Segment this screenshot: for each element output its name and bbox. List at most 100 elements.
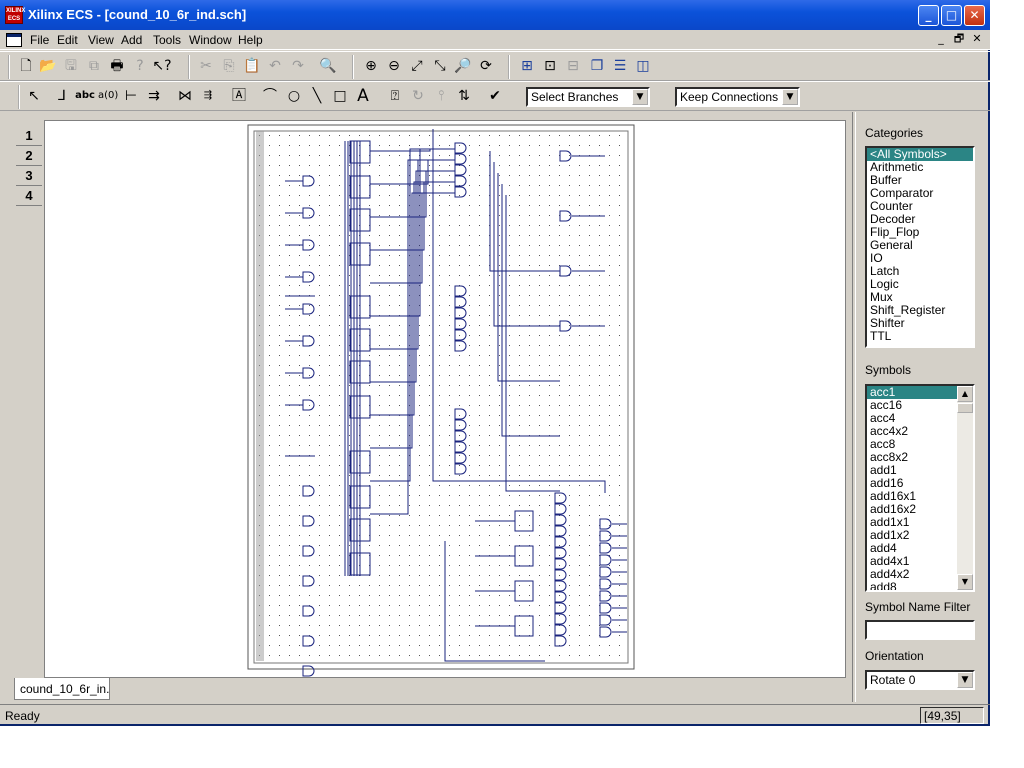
- help-icon[interactable]: ?: [130, 56, 150, 76]
- category-item[interactable]: TTL: [867, 330, 973, 343]
- menu-help[interactable]: Help: [238, 33, 263, 47]
- document-tab[interactable]: cound_10_6r_in...: [14, 678, 110, 700]
- cascade-icon[interactable]: ❐: [587, 56, 607, 76]
- orientation-value: Rotate 0: [870, 673, 916, 687]
- schematic-canvas[interactable]: [44, 120, 846, 707]
- menu-add[interactable]: Add: [121, 33, 142, 47]
- menu-edit[interactable]: Edit: [57, 33, 78, 47]
- chevron-down-icon[interactable]: ▼: [782, 89, 798, 105]
- select-arrow-icon[interactable]: ↖: [24, 86, 44, 106]
- window-title: Xilinx ECS - [cound_10_6r_ind.sch]: [28, 7, 247, 22]
- orientation-label: Orientation: [865, 649, 924, 663]
- draw-circle-icon[interactable]: ○: [284, 86, 304, 106]
- symbols-scrollbar[interactable]: ▲ ▼: [957, 386, 973, 590]
- symbol-name-filter-input[interactable]: [865, 620, 975, 640]
- copy-icon[interactable]: ⎘: [219, 56, 239, 76]
- paste-icon[interactable]: 📋: [242, 56, 262, 76]
- add-instance-name-icon[interactable]: ⇶: [198, 86, 218, 106]
- menu-tools[interactable]: Tools: [153, 33, 181, 47]
- branch-select-combo[interactable]: Select Branches ▼: [526, 87, 650, 107]
- connection-mode-combo[interactable]: Keep Connections ▼: [675, 87, 800, 107]
- status-text: Ready: [5, 709, 40, 723]
- scroll-up-icon[interactable]: ▲: [957, 386, 973, 402]
- zoom-in-icon[interactable]: ⊕: [361, 56, 381, 76]
- scroll-down-icon[interactable]: ▼: [957, 574, 973, 590]
- menu-window[interactable]: Window: [189, 33, 232, 47]
- print-icon[interactable]: 🖶: [107, 56, 127, 76]
- status-bar: Ready [49,35]: [0, 704, 990, 726]
- check-schematic-icon[interactable]: ✔: [485, 86, 505, 106]
- sheet-tab-1[interactable]: 1: [16, 126, 42, 146]
- open-folder-icon[interactable]: 📂: [38, 56, 58, 76]
- zoom-out-icon[interactable]: ⊖: [384, 56, 404, 76]
- document-system-icon[interactable]: [6, 33, 22, 47]
- redo-icon[interactable]: ↷: [288, 56, 308, 76]
- chevron-down-icon[interactable]: ▼: [632, 89, 648, 105]
- menu-bar: File Edit View Add Tools Window Help _ 🗗…: [0, 30, 990, 50]
- rotate-icon[interactable]: ↻: [408, 86, 428, 106]
- sheet-tab-2[interactable]: 2: [16, 146, 42, 166]
- add-wire-icon[interactable]: ⅃: [52, 86, 72, 106]
- tile-vertical-icon[interactable]: ◫: [633, 56, 653, 76]
- doc-minimize-button[interactable]: _: [934, 32, 948, 46]
- zoom-to-box-icon[interactable]: ⤡: [430, 56, 450, 76]
- add-text-icon[interactable]: A: [353, 86, 373, 106]
- query-icon[interactable]: ⍰: [385, 86, 405, 106]
- sheet-tabs: 1 2 3 4: [16, 126, 42, 206]
- connection-mode-value: Keep Connections: [680, 90, 779, 104]
- close-button[interactable]: ✕: [964, 5, 985, 26]
- cut-icon[interactable]: ✂: [196, 56, 216, 76]
- orientation-select[interactable]: Rotate 0 ▼: [865, 670, 975, 690]
- draw-arc-icon[interactable]: ⌒: [260, 86, 280, 106]
- doc-restore-button[interactable]: 🗗: [952, 32, 966, 46]
- menu-view[interactable]: View: [88, 33, 114, 47]
- zoom-selected-icon[interactable]: 🔎: [453, 56, 473, 76]
- undo-icon[interactable]: ↶: [265, 56, 285, 76]
- schematic-drawing[interactable]: [45, 121, 845, 707]
- scroll-thumb[interactable]: [957, 403, 973, 413]
- zoom-full-icon[interactable]: ⤢: [407, 56, 427, 76]
- symbols-list[interactable]: acc1 acc16 acc4 acc4x2 acc8 acc8x2 add1 …: [865, 384, 975, 592]
- categories-list[interactable]: <All Symbols> Arithmetic Buffer Comparat…: [865, 146, 975, 348]
- schematic-sheet-grid: [253, 130, 629, 664]
- add-io-marker-icon[interactable]: ⇉: [144, 86, 164, 106]
- title-bar[interactable]: XILINX ECS Xilinx ECS - [cound_10_6r_ind…: [0, 0, 990, 30]
- context-help-icon[interactable]: ↖?: [152, 56, 172, 76]
- mirror-icon[interactable]: ⫯: [431, 86, 451, 106]
- draw-rectangle-icon[interactable]: □: [330, 86, 350, 106]
- hierarchy-pop-icon[interactable]: ⊡: [540, 56, 560, 76]
- add-net-name-icon[interactable]: abc: [75, 86, 95, 106]
- symbols-label: Symbols: [865, 363, 912, 377]
- minimize-button[interactable]: _: [918, 5, 939, 26]
- flip-icon[interactable]: ⇅: [454, 86, 474, 106]
- refresh-icon[interactable]: ⟳: [476, 56, 496, 76]
- symbol-name-filter-label: Symbol Name Filter: [865, 600, 971, 614]
- draw-line-icon[interactable]: ╲: [307, 86, 327, 106]
- find-icon[interactable]: 🔍: [318, 56, 338, 76]
- panel-splitter[interactable]: [852, 112, 856, 702]
- branch-select-value: Select Branches: [531, 90, 619, 104]
- hierarchy-up-icon[interactable]: ⊟: [563, 56, 583, 76]
- chevron-down-icon[interactable]: ▼: [957, 672, 973, 688]
- cursor-coordinates: [49,35]: [920, 707, 984, 724]
- new-file-icon[interactable]: 🗋: [16, 56, 36, 76]
- doc-close-button[interactable]: ✕: [970, 32, 984, 46]
- xilinx-app-icon[interactable]: XILINX ECS: [5, 6, 25, 24]
- tile-horizontal-icon[interactable]: ☰: [610, 56, 630, 76]
- add-attribute-text-icon[interactable]: 🄰: [229, 86, 249, 106]
- rename-bus-icon[interactable]: a(0): [98, 86, 118, 106]
- add-bus-tap-icon[interactable]: ⊢: [121, 86, 141, 106]
- menu-file[interactable]: File: [30, 33, 49, 47]
- add-symbol-icon[interactable]: ⋈: [175, 86, 195, 106]
- categories-label: Categories: [865, 126, 924, 140]
- save-all-icon[interactable]: ⧉: [84, 56, 104, 76]
- sheet-tab-3[interactable]: 3: [16, 166, 42, 186]
- sheet-tab-4[interactable]: 4: [16, 186, 42, 206]
- drawing-toolbar: ↖ ⅃ abc a(0) ⊢ ⇉ ⋈ ⇶ 🄰 ⌒ ○ ╲ □ A ⍰ ↻ ⫯ ⇅…: [0, 81, 990, 111]
- standard-toolbar: 🗋 📂 🖫 ⧉ 🖶 ? ↖? ✂ ⎘ 📋 ↶ ↷ 🔍 ⊕ ⊖ ⤢ ⤡ 🔎 ⟳ ⊞…: [0, 51, 990, 81]
- hierarchy-push-icon[interactable]: ⊞: [517, 56, 537, 76]
- application-window: XILINX ECS Xilinx ECS - [cound_10_6r_ind…: [0, 0, 990, 726]
- category-item[interactable]: General: [867, 239, 973, 252]
- save-icon[interactable]: 🖫: [61, 56, 81, 76]
- maximize-button[interactable]: □: [941, 5, 962, 26]
